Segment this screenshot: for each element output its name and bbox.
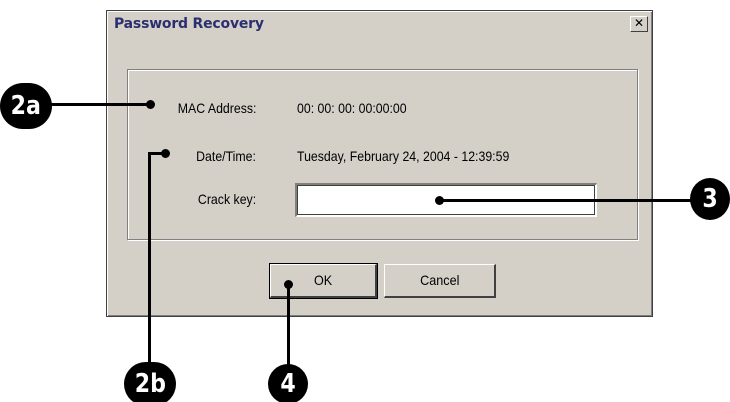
title-bar[interactable]: Password Recovery ✕ [110,14,649,34]
close-button[interactable]: ✕ [630,16,648,32]
crack-key-label: Crack key: [197,191,256,207]
cancel-button[interactable]: Cancel [384,264,496,298]
annotated-screenshot: Password Recovery ✕ MAC Address: 00: 00:… [0,0,730,402]
mac-address-value: 00: 00: 00: 00:00:00 [297,100,407,116]
callout-2a-leader [50,103,150,106]
ok-button-label: OK [313,272,333,288]
callout-2b: 2b [124,362,176,402]
callout-3-leader [440,199,692,202]
close-icon: ✕ [633,16,645,30]
callout-4: 4 [268,364,308,402]
callout-3: 3 [690,178,730,220]
datetime-label: Date/Time: [196,148,256,164]
callout-3-dot [435,196,444,205]
dialog-title: Password Recovery [114,16,264,32]
callout-2b-leader-vertical [148,152,151,364]
cancel-button-label: Cancel [419,272,460,288]
callout-4-dot [284,280,293,289]
password-recovery-dialog: Password Recovery ✕ MAC Address: 00: 00:… [106,10,653,317]
callout-2a: 2a [0,83,52,129]
datetime-value: Tuesday, February 24, 2004 - 12:39:59 [297,148,510,164]
callout-2b-dot [161,149,170,158]
callout-2a-dot [146,100,155,109]
callout-4-leader [287,284,290,366]
mac-address-label: MAC Address: [177,100,256,116]
